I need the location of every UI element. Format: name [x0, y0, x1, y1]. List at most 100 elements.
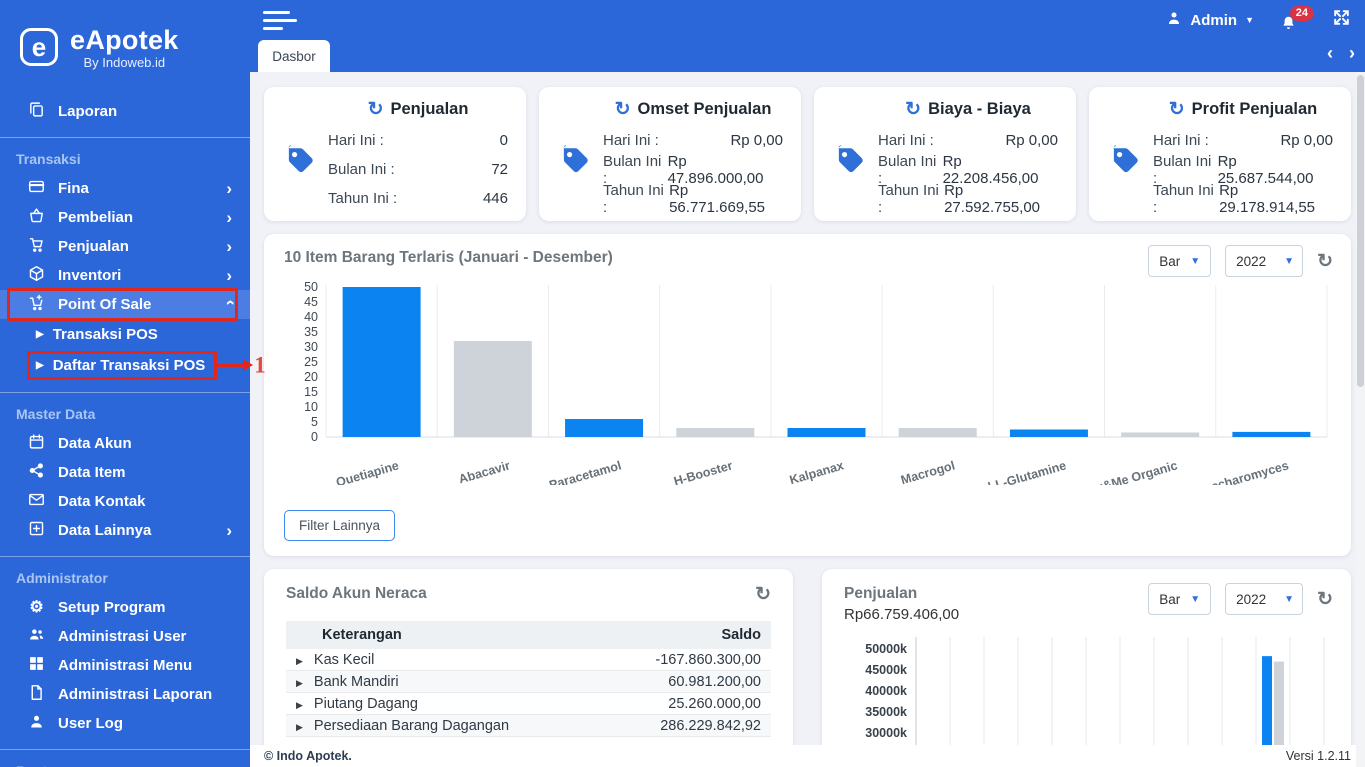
svg-text:15: 15 — [304, 385, 318, 399]
refresh-icon[interactable]: ↻ — [1317, 252, 1333, 271]
sidebar-item-user-log[interactable]: User Log — [0, 709, 250, 738]
card-title: Penjualan — [390, 100, 469, 118]
svg-text:L-Alanyl-L-Glutamine: L-Alanyl-L-Glutamine — [942, 458, 1067, 485]
sidebar-item-label: Penjualan — [58, 238, 129, 255]
table-row[interactable]: ▶ Bank Mandiri 60.981.200,00 — [286, 670, 771, 693]
sidebar-toggle-icon[interactable] — [263, 11, 297, 35]
caret-down-icon: ▼ — [1190, 593, 1201, 605]
chart-year-select[interactable]: 2022 ▼ — [1225, 245, 1304, 277]
chevron-right-icon: › — [226, 179, 232, 198]
svg-text:Saccharomyces: Saccharomyces — [1195, 458, 1290, 485]
copyright-text: © Indo Apotek. — [264, 749, 352, 763]
notifications-button[interactable]: 24 — [1280, 6, 1314, 32]
refresh-icon[interactable]: ↻ — [1169, 100, 1185, 119]
stat-label: Tahun Ini : — [878, 181, 939, 216]
chart-type-select[interactable]: Bar ▼ — [1148, 583, 1212, 615]
table-row[interactable]: ▶ Kas Kecil -167.860.300,00 — [286, 649, 771, 671]
sidebar-item-daftar-transaksi-pos[interactable]: ▶ Daftar Transaksi POS 1 — [0, 350, 266, 381]
sidebar-item-pembelian[interactable]: Pembelian › — [0, 203, 250, 232]
tab-dasbor[interactable]: Dasbor — [258, 40, 330, 72]
tab-scroll-left-icon[interactable]: ‹ — [1327, 44, 1333, 62]
caret-right-icon[interactable]: ▶ — [296, 656, 303, 666]
table-row[interactable]: ▶ Piutang Dagang 25.260.000,00 — [286, 692, 771, 715]
brand: e eApotek By Indoweb.id — [0, 0, 250, 80]
refresh-icon[interactable]: ↻ — [755, 585, 771, 604]
user-menu[interactable]: Admin ▼ — [1166, 10, 1254, 30]
caret-right-icon[interactable]: ▶ — [296, 722, 303, 732]
sidebar-item-label: Inventori — [58, 267, 122, 284]
sidebar-divider — [0, 749, 250, 750]
sidebar-item-label: Laporan — [58, 102, 118, 120]
stat-label: Bulan Ini : — [328, 161, 395, 178]
sidebar-item-setup-program[interactable]: ⚙ Setup Program — [0, 593, 250, 622]
select-value: Bar — [1159, 253, 1181, 269]
sidebar-item-data-lainnya[interactable]: Data Lainnya › — [0, 516, 250, 545]
stat-card-profit-penjualan: ↻ Profit Penjualan Hari Ini : Rp 0,00 Bula… — [1089, 87, 1351, 221]
select-value: 2022 — [1236, 253, 1267, 269]
refresh-icon[interactable]: ↻ — [905, 100, 921, 119]
fullscreen-button[interactable] — [1332, 8, 1351, 32]
caret-down-icon: ▼ — [1190, 255, 1201, 267]
eapotek-logo-icon: e — [20, 28, 58, 66]
chart-type-select[interactable]: Bar ▼ — [1148, 245, 1212, 277]
sidebar-item-administrasi-user[interactable]: Administrasi User — [0, 622, 250, 651]
svg-text:40000k: 40000k — [865, 684, 907, 698]
filter-lainnya-button[interactable]: Filter Lainnya — [284, 510, 396, 541]
saldo-table: Keterangan Saldo ▶ Kas Kecil -167.860.300… — [286, 621, 771, 737]
sidebar-item-fina[interactable]: Fina › — [0, 174, 250, 203]
chevron-right-icon: › — [226, 521, 232, 540]
account-balance: -167.860.300,00 — [601, 649, 771, 671]
column-header-saldo: Saldo — [601, 621, 771, 649]
refresh-icon[interactable]: ↻ — [1317, 590, 1333, 609]
sidebar-item-administrasi-laporan[interactable]: Administrasi Laporan — [0, 680, 250, 709]
scrollbar-thumb[interactable] — [1357, 75, 1364, 387]
table-row[interactable]: ▶ Persediaan Barang Dagangan 286.229.842,… — [286, 714, 771, 737]
chart-year-select[interactable]: 2022 ▼ — [1225, 583, 1304, 615]
stat-card-penjualan: ↻ Penjualan Hari Ini : 0 Bulan Ini : 72 Tah… — [264, 87, 526, 221]
sidebar-item-label: Pembelian — [58, 209, 134, 226]
sidebar-item-administrasi-menu[interactable]: Administrasi Menu — [0, 651, 250, 680]
sidebar-item-label: Administrasi User — [58, 628, 187, 645]
sidebar-item-data-item[interactable]: Data Item — [0, 458, 250, 487]
penjualan-chart-card: Penjualan Rp66.759.406,00 Bar ▼ 2022 ▼ ↻ 5… — [822, 569, 1351, 767]
caret-right-icon[interactable]: ▶ — [296, 678, 303, 688]
terlaris-bar-chart: 0 5 10 15 20 25 30 35 40 45 50 Quetiapine Abacavir Pa… — [284, 279, 1331, 507]
account-balance: 25.260.000,00 — [601, 692, 771, 715]
sidebar-item-data-akun[interactable]: Data Akun — [0, 429, 250, 458]
card-title: Omset Penjualan — [637, 100, 772, 118]
tab-scroll-right-icon[interactable]: › — [1349, 44, 1355, 62]
cube-icon — [28, 265, 45, 286]
expand-arrows-icon — [1332, 10, 1351, 31]
sidebar-item-label: Data Akun — [58, 435, 132, 452]
stat-cards-row: ↻ Penjualan Hari Ini : 0 Bulan Ini : 72 Tah… — [264, 87, 1351, 221]
stat-value: Rp 56.771.669,55 — [669, 181, 766, 216]
calendar-icon — [28, 433, 45, 454]
sidebar: e eApotek By Indoweb.id Laporan Transaks… — [0, 0, 266, 767]
stat-card-biaya: ↻ Biaya - Biaya Hari Ini : Rp 0,00 Bulan I… — [814, 87, 1076, 221]
stat-label: Tahun Ini : — [603, 181, 664, 216]
sidebar-item-penjualan[interactable]: Penjualan › — [0, 232, 250, 261]
sidebar-item-data-kontak[interactable]: Data Kontak — [0, 487, 250, 516]
sidebar-divider — [0, 137, 250, 138]
credit-card-icon — [28, 178, 45, 199]
refresh-icon[interactable]: ↻ — [615, 100, 631, 119]
sidebar-item-laporan[interactable]: Laporan — [0, 96, 250, 126]
sidebar-item-transaksi-pos[interactable]: ▶ Transaksi POS — [0, 319, 250, 350]
sidebar-item-point-of-sale[interactable]: Point Of Sale › — [0, 288, 250, 321]
top-header: Admin ▼ 24 Dasbor ‹ › — [250, 0, 1365, 72]
svg-text:Paracetamol: Paracetamol — [548, 458, 623, 485]
page-scrollbar[interactable] — [1356, 72, 1365, 767]
card-title: Saldo Akun Neraca — [286, 585, 427, 602]
stat-label: Hari Ini : — [878, 132, 934, 149]
caret-right-icon[interactable]: ▶ — [296, 700, 303, 710]
cart-icon — [28, 236, 45, 257]
file-icon — [28, 684, 45, 705]
select-value: 2022 — [1236, 591, 1267, 607]
sidebar-section-administrator: Administrator — [16, 570, 108, 586]
stat-value: 72 — [491, 161, 508, 178]
sidebar-item-inventori[interactable]: Inventori › — [0, 261, 250, 290]
svg-text:50000k: 50000k — [865, 642, 907, 656]
stat-value: 0 — [499, 132, 508, 149]
refresh-icon[interactable]: ↻ — [368, 100, 384, 119]
stat-label: Tahun Ini : — [1153, 181, 1214, 216]
